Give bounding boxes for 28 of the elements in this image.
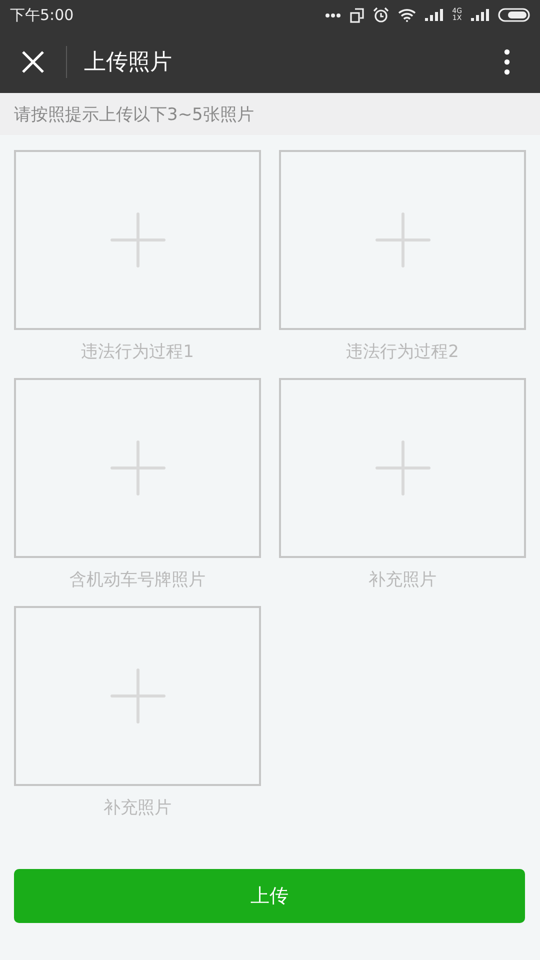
add-photo-button[interactable] [14,150,261,330]
page-title: 上传照片 [84,48,173,76]
photo-label: 违法行为过程1 [81,342,194,362]
add-photo-button[interactable] [14,606,261,786]
plus-icon [110,668,166,724]
battery-icon [498,8,530,22]
upload-button[interactable]: 上传 [14,869,525,923]
signal-icon [425,9,444,21]
plus-icon [374,440,430,496]
alarm-icon [373,7,390,23]
status-time: 下午5:00 [10,6,74,24]
signal-icon [471,9,489,21]
close-button[interactable] [21,50,45,74]
add-photo-button[interactable] [14,378,261,558]
add-photo-button[interactable] [279,378,526,558]
plus-icon [110,212,166,268]
more-dots-icon [325,12,342,18]
wifi-icon [398,8,416,22]
photo-label: 含机动车号牌照片 [70,570,206,590]
photo-label: 补充照片 [104,798,172,818]
plus-icon [374,212,430,268]
photo-label: 补充照片 [368,570,436,590]
add-photo-button[interactable] [279,150,526,330]
photo-label: 违法行为过程2 [346,342,459,362]
plus-icon [110,440,166,496]
hint-text: 请按照提示上传以下3~5张照片 [14,104,254,126]
more-menu-button[interactable] [504,48,510,74]
rotation-lock-icon [350,8,364,22]
